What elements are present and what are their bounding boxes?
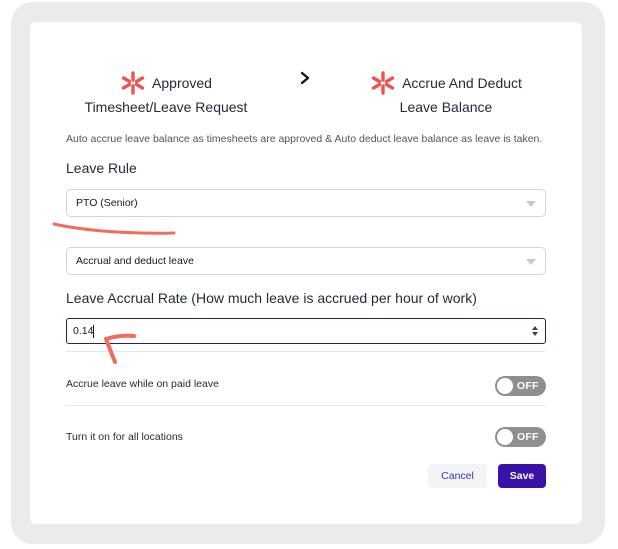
divider xyxy=(66,351,546,352)
leave-mode-select[interactable]: Accrual and deduct leave xyxy=(66,247,546,275)
step-approved-subtitle: Timesheet/Leave Request xyxy=(84,99,248,115)
all-locations-label: Turn it on for all locations xyxy=(66,431,183,443)
caret-down-icon xyxy=(526,259,536,265)
paid-leave-accrual-label: Accrue leave while on paid leave xyxy=(66,378,219,390)
step-accrue-deduct: Accrue And Deduct Leave Balance xyxy=(342,70,550,119)
step-accrue-subtitle: Leave Balance xyxy=(399,99,493,115)
brand-logo-icon xyxy=(371,71,395,95)
toggle-knob xyxy=(497,378,513,394)
text-cursor xyxy=(93,324,95,338)
chevron-right-icon xyxy=(300,71,310,85)
number-spinner-icon[interactable] xyxy=(531,325,539,337)
step-accrue-title: Accrue And Deduct xyxy=(402,74,522,91)
toggle-state-text: OFF xyxy=(517,380,539,392)
leave-rule-label: Leave Rule xyxy=(66,160,137,176)
paid-leave-accrual-toggle[interactable]: OFF xyxy=(495,376,546,396)
accrual-rate-label: Leave Accrual Rate (How much leave is ac… xyxy=(66,290,477,306)
leave-mode-selected-value: Accrual and deduct leave xyxy=(76,255,194,267)
toggle-state-text: OFF xyxy=(517,431,539,443)
all-locations-toggle[interactable]: OFF xyxy=(495,427,546,447)
leave-rule-select[interactable]: PTO (Senior) xyxy=(66,189,546,217)
step-approved: Approved Timesheet/Leave Request xyxy=(58,70,274,119)
divider xyxy=(66,405,546,406)
brand-logo-icon xyxy=(121,71,145,95)
caret-down-icon xyxy=(526,201,536,207)
accrual-rate-input[interactable]: 0.14 xyxy=(66,318,546,344)
toggle-knob xyxy=(497,429,513,445)
feature-description: Auto accrue leave balance as timesheets … xyxy=(66,133,543,145)
leave-rule-selected-value: PTO (Senior) xyxy=(76,197,138,209)
accrual-rate-value: 0.14 xyxy=(73,325,94,337)
cancel-button[interactable]: Cancel xyxy=(428,464,487,488)
save-button[interactable]: Save xyxy=(498,464,546,488)
step-approved-title: Approved xyxy=(152,74,212,91)
